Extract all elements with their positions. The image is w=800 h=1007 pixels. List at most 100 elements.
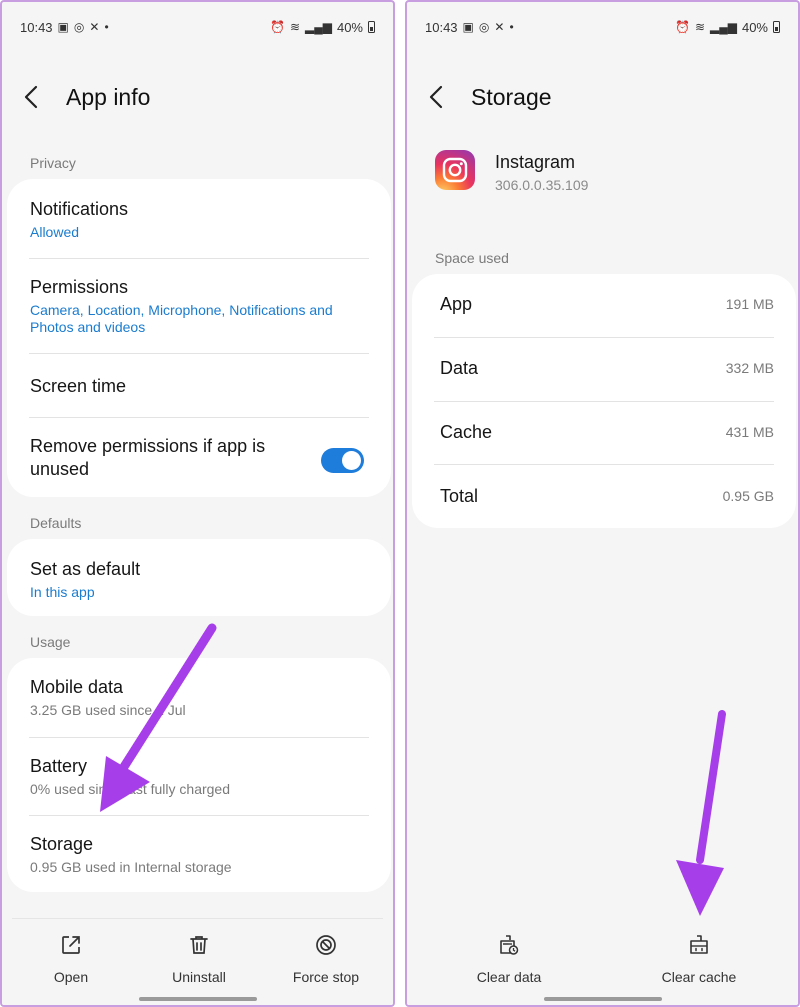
instagram-notification-icon: ◎	[73, 20, 85, 34]
storage-subtitle: 0.95 GB used in Internal storage	[30, 859, 232, 875]
app-info-header: App info	[24, 80, 373, 114]
storage-row-value: 332 MB	[725, 360, 774, 376]
notifications-title: Notifications	[30, 199, 129, 219]
section-space-used: Space used	[435, 250, 509, 266]
storage-row[interactable]: Storage 0.95 GB used in Internal storage	[30, 833, 368, 876]
app-info-screen: 10:43 ▣ ◎ ✕ • ⏰ ≋ ▂▄▆ 40% App info Priva…	[0, 0, 395, 1007]
home-indicator[interactable]	[543, 997, 662, 1001]
bottom-action-bar: Open Uninstall Force stop	[2, 918, 393, 1005]
back-arrow-icon[interactable]	[429, 82, 457, 112]
app-name: Instagram	[495, 152, 576, 172]
divider	[29, 737, 369, 738]
remove-permissions-row[interactable]: Remove permissions if app is unused	[30, 435, 368, 481]
remove-permissions-toggle[interactable]	[321, 448, 364, 473]
divider	[29, 353, 369, 354]
section-usage: Usage	[30, 634, 71, 650]
instagram-icon	[435, 150, 475, 190]
storage-row-value: 431 MB	[725, 424, 774, 440]
battery-icon	[773, 21, 780, 33]
instagram-notification-icon: ◎	[478, 20, 490, 34]
page-title: App info	[66, 83, 151, 110]
clear-data-button[interactable]: Clear data	[454, 932, 564, 985]
notifications-row[interactable]: Notifications Allowed	[30, 198, 368, 241]
remove-permissions-title: Remove permissions if app is unused	[30, 436, 266, 479]
open-external-icon	[16, 932, 126, 958]
x-notification-icon: ✕	[494, 20, 505, 34]
space-used-card: App 191 MB Data 332 MB Cache 431 MB Tota…	[412, 274, 796, 528]
screen-time-row[interactable]: Screen time	[30, 375, 368, 398]
annotation-arrow	[676, 710, 726, 916]
storage-title: Storage	[30, 834, 94, 854]
storage-row-value: 191 MB	[725, 296, 774, 312]
status-bar: 10:43 ▣ ◎ ✕ • ⏰ ≋ ▂▄▆ 40%	[20, 17, 375, 37]
storage-row-value: 0.95 GB	[722, 488, 774, 504]
divider	[434, 337, 774, 338]
usage-card: Mobile data 3.25 GB used since 1 Jul Bat…	[7, 658, 391, 892]
mobile-data-subtitle: 3.25 GB used since 1 Jul	[30, 702, 186, 718]
permissions-list: Camera, Location, Microphone, Notificati…	[30, 302, 333, 335]
x-notification-icon: ✕	[89, 20, 100, 34]
uninstall-button[interactable]: Uninstall	[144, 932, 254, 985]
back-arrow-icon[interactable]	[24, 82, 52, 112]
more-notifications-icon: •	[509, 20, 514, 34]
clear-data-label: Clear data	[476, 969, 542, 985]
uninstall-label: Uninstall	[172, 969, 226, 985]
gallery-icon: ▣	[57, 20, 69, 34]
privacy-card: Notifications Allowed Permissions Camera…	[7, 179, 391, 497]
home-indicator[interactable]	[138, 997, 257, 1001]
page-title: Storage	[471, 83, 552, 110]
defaults-card: Set as default In this app	[7, 539, 391, 616]
status-time: 10:43	[20, 19, 53, 35]
battery-percent: 40%	[741, 19, 768, 35]
storage-row-label: Data	[440, 357, 479, 378]
app-version: 306.0.0.35.109	[495, 177, 589, 193]
divider	[12, 918, 383, 919]
storage-row-label: Total	[440, 485, 479, 506]
status-bar: 10:43 ▣ ◎ ✕ • ⏰ ≋ ▂▄▆ 40%	[425, 17, 780, 37]
signal-icon: ▂▄▆	[305, 20, 332, 34]
clear-cache-icon	[644, 932, 754, 958]
wifi-icon: ≋	[694, 20, 705, 34]
set-as-default-row[interactable]: Set as default In this app	[30, 558, 368, 601]
divider	[434, 401, 774, 402]
divider	[29, 258, 369, 259]
wifi-icon: ≋	[289, 20, 300, 34]
storage-row-app: App 191 MB	[440, 292, 774, 316]
open-button[interactable]: Open	[16, 932, 126, 985]
battery-percent: 40%	[336, 19, 363, 35]
permissions-row[interactable]: Permissions Camera, Location, Microphone…	[30, 276, 368, 336]
toggle-knob	[342, 451, 361, 470]
force-stop-label: Force stop	[292, 969, 360, 985]
mobile-data-row[interactable]: Mobile data 3.25 GB used since 1 Jul	[30, 676, 368, 719]
storage-row-data: Data 332 MB	[440, 356, 774, 380]
bottom-action-bar: Clear data Clear cache	[407, 918, 798, 1005]
trash-icon	[144, 932, 254, 958]
clear-data-icon	[454, 932, 564, 958]
alarm-icon: ⏰	[674, 20, 690, 34]
storage-row-label: App	[440, 293, 473, 314]
permissions-title: Permissions	[30, 277, 129, 297]
battery-icon	[368, 21, 375, 33]
section-defaults: Defaults	[30, 515, 82, 531]
gallery-icon: ▣	[462, 20, 474, 34]
battery-row[interactable]: Battery 0% used since last fully charged	[30, 755, 368, 798]
storage-screen: 10:43 ▣ ◎ ✕ • ⏰ ≋ ▂▄▆ 40% Storage Instag…	[405, 0, 800, 1007]
storage-row-label: Cache	[440, 421, 493, 442]
stop-icon	[271, 932, 381, 958]
set-as-default-title: Set as default	[30, 559, 141, 579]
screen-time-title: Screen time	[30, 376, 127, 396]
alarm-icon: ⏰	[269, 20, 285, 34]
clear-cache-button[interactable]: Clear cache	[644, 932, 754, 985]
storage-header: Storage	[429, 80, 778, 114]
storage-row-total: Total 0.95 GB	[440, 484, 774, 508]
divider	[29, 417, 369, 418]
open-label: Open	[53, 969, 89, 985]
divider	[29, 815, 369, 816]
section-privacy: Privacy	[30, 155, 76, 171]
storage-row-cache: Cache 431 MB	[440, 420, 774, 444]
notifications-status: Allowed	[30, 224, 80, 240]
set-as-default-subtitle: In this app	[30, 584, 95, 600]
battery-title: Battery	[30, 756, 88, 776]
battery-subtitle: 0% used since last fully charged	[30, 781, 230, 797]
force-stop-button[interactable]: Force stop	[271, 932, 381, 985]
